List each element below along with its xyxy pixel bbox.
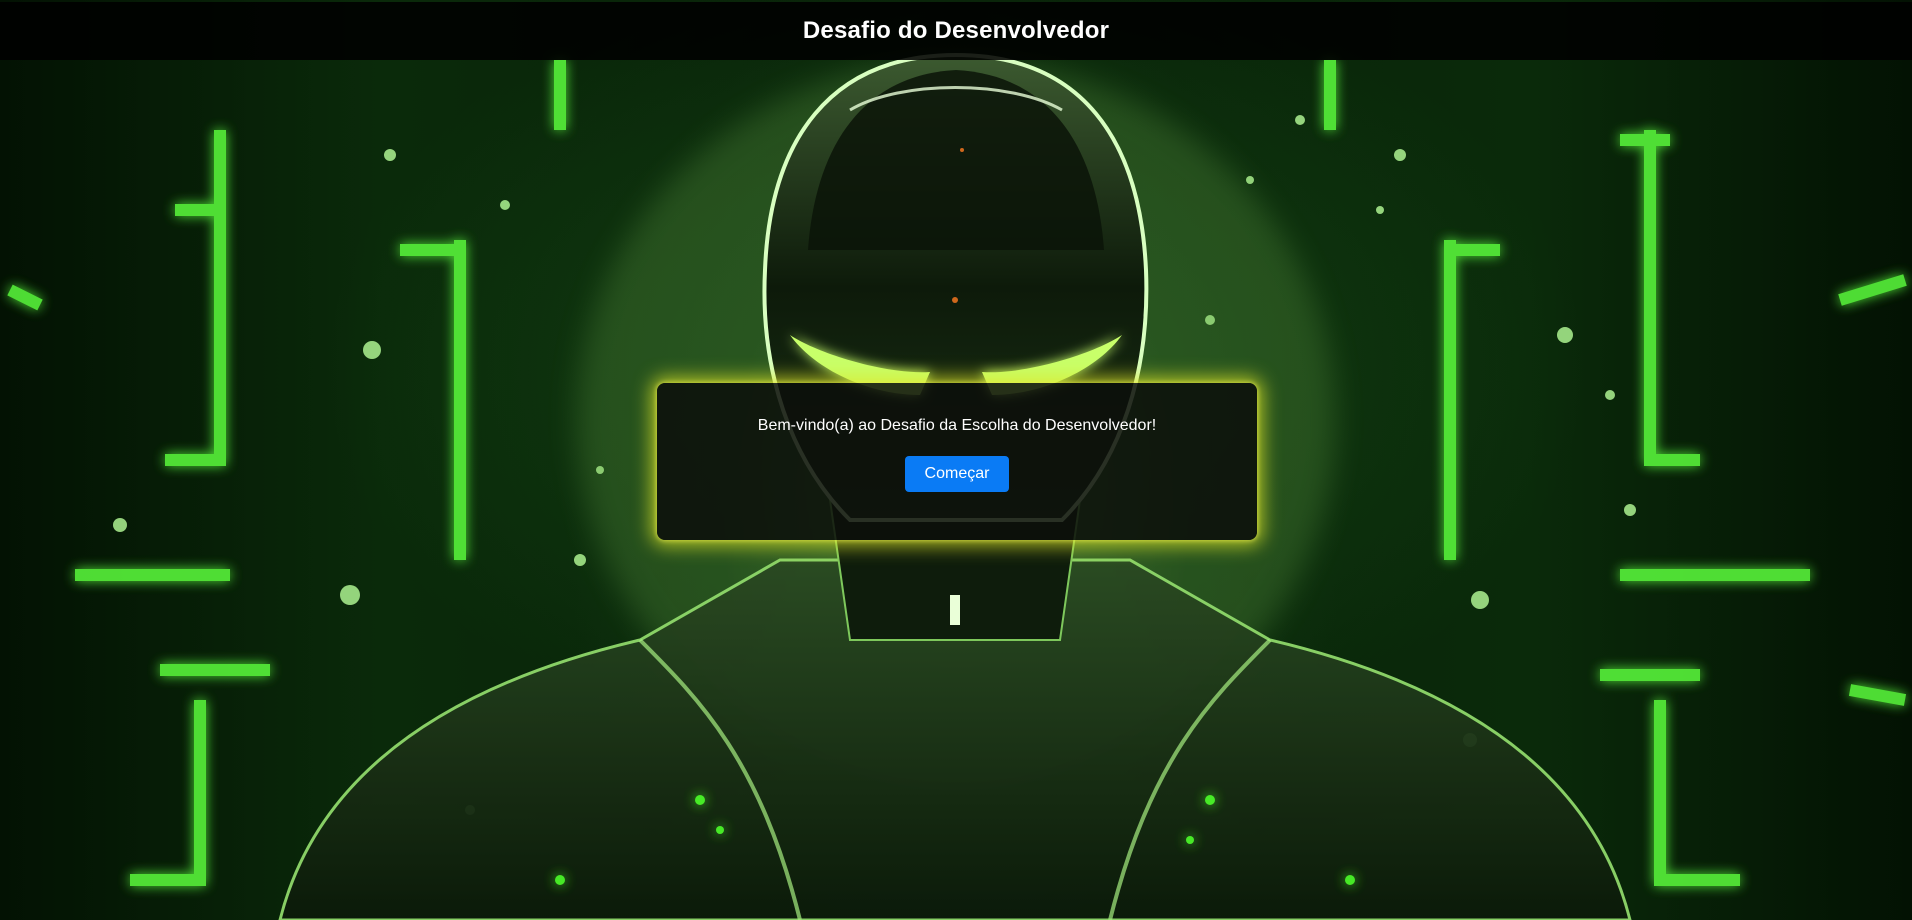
start-button[interactable]: Começar	[904, 456, 1010, 492]
welcome-dialog: Bem-vindo(a) ao Desafio da Escolha do De…	[657, 383, 1257, 540]
page-title: Desafio do Desenvolvedor	[802, 17, 1110, 44]
welcome-message: Bem-vindo(a) ao Desafio da Escolha do De…	[757, 417, 1157, 434]
page: Desafio do Desenvolvedor Bem-vindo(a) ao…	[0, 0, 1912, 920]
top-header-bar: Desafio do Desenvolvedor	[0, 2, 1912, 60]
